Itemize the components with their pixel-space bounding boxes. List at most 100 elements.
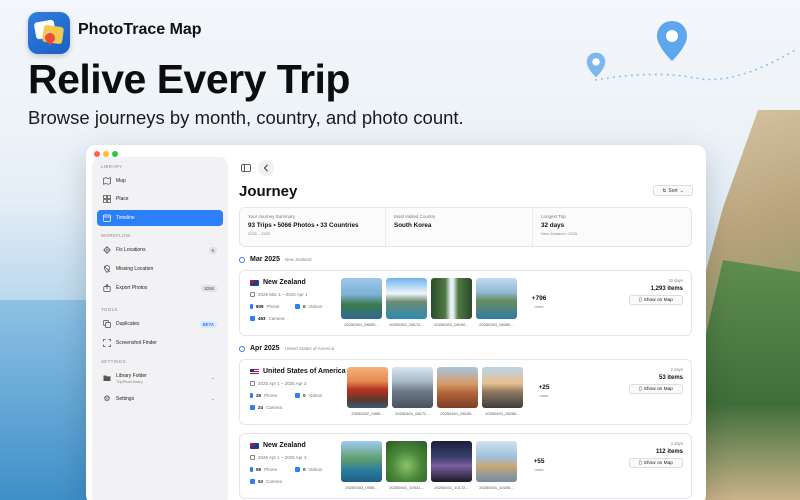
more-label: more bbox=[534, 304, 544, 309]
app-window: LIBRARY Map Place Timeline WORKFLOW Fix … bbox=[86, 145, 706, 500]
chevron-down-icon: ⌄ bbox=[210, 375, 215, 381]
trip-country-name: New Zealand bbox=[263, 279, 306, 286]
show-on-map-button[interactable]: ▯ Show on Map bbox=[629, 384, 683, 394]
photo-caption: 20250401_10031... bbox=[389, 485, 424, 490]
timeline-dot-icon bbox=[239, 345, 245, 352]
more-photos[interactable]: +25 more bbox=[531, 384, 557, 398]
map-icon: ▯ bbox=[639, 460, 642, 466]
video-count: 0 bbox=[303, 467, 306, 472]
photo-caption: 20250401_08172... bbox=[395, 411, 430, 416]
trip-card[interactable]: New Zealand 2025 Apr 1 – 2025 Apr 3 59 Ph… bbox=[239, 433, 692, 499]
show-on-map-label: Show on Map bbox=[643, 460, 673, 466]
page-title: Journey bbox=[239, 183, 298, 200]
show-on-map-button[interactable]: ▯ Show on Map bbox=[629, 458, 683, 468]
folder-icon bbox=[103, 374, 111, 382]
camera-icon bbox=[250, 405, 255, 410]
sort-label: Sort bbox=[668, 187, 678, 194]
photo-thumbnail[interactable] bbox=[392, 367, 433, 408]
sidebar-item-fix-locations[interactable]: Fix Locations 5 bbox=[97, 242, 223, 258]
camera-count: 24 bbox=[258, 405, 264, 410]
toggle-sidebar-button[interactable] bbox=[238, 160, 254, 176]
photo-caption: 20250301_08190... bbox=[434, 322, 469, 327]
summary-subtext: 2025 – 2025 bbox=[248, 231, 271, 236]
video-icon bbox=[295, 393, 300, 398]
photo-thumbnail[interactable] bbox=[341, 441, 382, 482]
sidebar-section-settings: SETTINGS bbox=[101, 359, 126, 364]
trip-date-range: 2025 Apr 1 – 2025 Apr 2 bbox=[258, 381, 307, 386]
summary-label: Your Journey Summary bbox=[248, 214, 295, 219]
crosshair-icon bbox=[103, 246, 111, 254]
camera-label: Camera bbox=[266, 479, 283, 484]
phone-icon bbox=[250, 467, 253, 472]
photo-thumbnail[interactable] bbox=[437, 367, 478, 408]
sort-icon: ⇅ bbox=[662, 187, 667, 194]
more-photos[interactable]: +55 more bbox=[524, 458, 554, 472]
trip-card[interactable]: New Zealand 2025 Mar 1 – 2025 Apr 1 809 P… bbox=[239, 270, 692, 336]
photo-thumbnail[interactable] bbox=[347, 367, 388, 408]
photo-thumbnail[interactable] bbox=[386, 278, 427, 319]
duplicate-icon bbox=[103, 320, 111, 328]
phone-count: 809 bbox=[256, 304, 264, 309]
sidebar-item-screenshot-finder[interactable]: Screenshot Finder bbox=[97, 335, 223, 351]
summary-label: Most Visited Country bbox=[394, 214, 436, 219]
count-badge: 8286 bbox=[201, 284, 217, 292]
app-icon bbox=[28, 12, 70, 54]
sidebar-item-label: Place bbox=[116, 196, 129, 202]
more-photos[interactable]: +796 more bbox=[524, 295, 554, 309]
sidebar-item-label: Timeline bbox=[116, 215, 135, 221]
video-stat: 0 Videos bbox=[295, 393, 322, 398]
dotted-route-path bbox=[595, 49, 795, 81]
count-badge: 5 bbox=[208, 246, 217, 254]
sidebar-item-label: Fix Locations bbox=[116, 247, 146, 253]
show-on-map-button[interactable]: ▯ Show on Map bbox=[629, 295, 683, 305]
flag-new-zealand-icon bbox=[250, 280, 259, 286]
video-label: Videos bbox=[308, 467, 323, 472]
photo-thumbnail[interactable] bbox=[386, 441, 427, 482]
trip-dates: 2025 Apr 1 – 2025 Apr 2 bbox=[250, 381, 307, 386]
sidebar-item-place[interactable]: Place bbox=[97, 191, 223, 207]
sidebar-item-map[interactable]: Map bbox=[97, 173, 223, 189]
trip-dates: 2025 Apr 1 – 2025 Apr 3 bbox=[250, 455, 307, 460]
sidebar-item-library-folder[interactable]: Library Folder TripPlusLibrary ⌄ bbox=[97, 368, 223, 388]
back-button[interactable] bbox=[258, 160, 274, 176]
camera-count: 53 bbox=[258, 479, 264, 484]
video-stat: 0 Videos bbox=[295, 304, 322, 309]
chevron-left-icon bbox=[263, 164, 268, 172]
more-label: more bbox=[534, 467, 544, 472]
photo-thumbnail[interactable] bbox=[482, 367, 523, 408]
calendar-icon bbox=[250, 381, 255, 386]
phone-label: Phone bbox=[264, 467, 278, 472]
photo-thumbnail[interactable] bbox=[341, 278, 382, 319]
map-pin-small-icon bbox=[586, 52, 606, 78]
sidebar-item-missing-location[interactable]: Missing Location bbox=[97, 261, 223, 277]
photo-thumbnail[interactable] bbox=[476, 441, 517, 482]
camera-count: 493 bbox=[258, 316, 266, 321]
photo-thumbnail[interactable] bbox=[431, 278, 472, 319]
photo-caption: 20250301_08172... bbox=[389, 322, 424, 327]
trip-date-range: 2025 Apr 1 – 2025 Apr 3 bbox=[258, 455, 307, 460]
photo-thumbnail[interactable] bbox=[431, 441, 472, 482]
sidebar-item-duplicates[interactable]: Duplicates BETA bbox=[97, 316, 223, 332]
trip-dates: 2025 Mar 1 – 2025 Apr 1 bbox=[250, 292, 308, 297]
photo-caption: 20250301_08090... bbox=[344, 322, 379, 327]
trip-duration: 3 days bbox=[670, 441, 683, 446]
photo-caption: 20250401_08190... bbox=[440, 411, 475, 416]
flag-new-zealand-icon bbox=[250, 443, 259, 449]
sidebar-item-timeline[interactable]: Timeline bbox=[97, 210, 223, 226]
sidebar-item-label: Duplicates bbox=[116, 321, 140, 327]
month-header: Mar 2025 New Zealand bbox=[239, 256, 311, 263]
trip-item-count: 112 items bbox=[655, 449, 683, 455]
phone-icon bbox=[250, 304, 253, 309]
sort-button[interactable]: ⇅ Sort ⌄ bbox=[653, 185, 693, 196]
camera-stat: 493 Camera bbox=[250, 316, 285, 321]
month-country: United States of America bbox=[284, 346, 335, 351]
trip-card[interactable]: United States of America 2025 Apr 1 – 20… bbox=[239, 359, 692, 425]
photo-thumbnail[interactable] bbox=[476, 278, 517, 319]
more-label: more bbox=[539, 393, 549, 398]
phone-stat: 809 Phone bbox=[250, 304, 280, 309]
sidebar-item-settings[interactable]: ⚙ Settings ⌄ bbox=[97, 391, 223, 407]
sidebar-item-label: Library Folder bbox=[116, 372, 147, 379]
library-folder-path: TripPlusLibrary bbox=[116, 378, 143, 384]
calendar-icon bbox=[250, 292, 255, 297]
sidebar-item-export-photos[interactable]: Export Photos 8286 bbox=[97, 280, 223, 296]
